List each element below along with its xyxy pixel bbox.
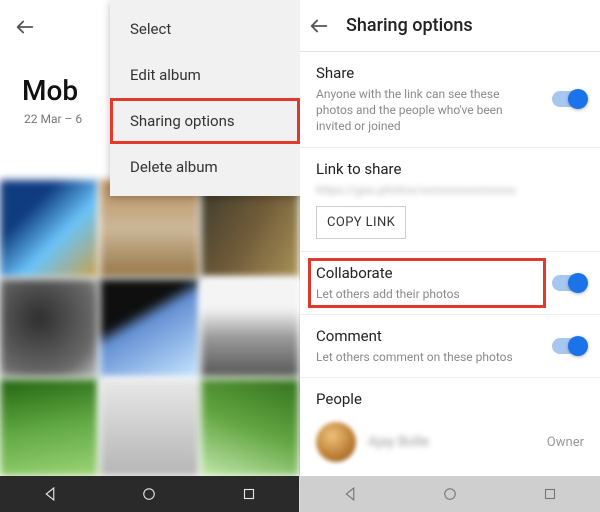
person-role: Owner bbox=[547, 435, 584, 450]
back-arrow-icon bbox=[14, 16, 36, 38]
link-title: Link to share bbox=[316, 160, 584, 178]
nav-recent-icon[interactable] bbox=[240, 485, 258, 503]
back-button[interactable] bbox=[308, 15, 330, 37]
album-screen: Mob 22 Mar – 6 Select Edit album Sharing… bbox=[0, 0, 300, 512]
comment-title: Comment bbox=[316, 327, 584, 345]
toggle-knob bbox=[568, 273, 588, 293]
comment-section: Comment Let others comment on these phot… bbox=[300, 315, 600, 378]
avatar bbox=[316, 422, 356, 462]
photo-thumb[interactable] bbox=[100, 379, 198, 476]
nav-recent-icon[interactable] bbox=[541, 485, 559, 503]
comment-toggle[interactable] bbox=[552, 338, 586, 354]
person-name: Ajay Bolle bbox=[368, 434, 535, 450]
share-title: Share bbox=[316, 64, 584, 82]
page-header: Sharing options bbox=[300, 0, 600, 52]
sharing-options-screen: Sharing options Share Anyone with the li… bbox=[300, 0, 600, 512]
overflow-menu: Select Edit album Sharing options Delete… bbox=[110, 0, 300, 196]
nav-home-icon[interactable] bbox=[140, 485, 158, 503]
back-button[interactable] bbox=[14, 16, 36, 38]
photo-thumb[interactable] bbox=[0, 180, 98, 277]
photo-thumb[interactable] bbox=[0, 279, 98, 376]
nav-back-icon[interactable] bbox=[41, 485, 59, 503]
toggle-knob bbox=[568, 89, 588, 109]
photo-thumb[interactable] bbox=[0, 379, 98, 476]
share-subtitle: Anyone with the link can see these photo… bbox=[316, 86, 584, 135]
menu-item-edit-album[interactable]: Edit album bbox=[110, 52, 300, 98]
people-title: People bbox=[316, 390, 584, 408]
toggle-knob bbox=[568, 336, 588, 356]
album-date-range: 22 Mar – 6 bbox=[24, 112, 82, 126]
collaborate-title: Collaborate bbox=[316, 264, 584, 282]
android-nav-bar bbox=[0, 476, 299, 512]
nav-back-icon[interactable] bbox=[341, 485, 359, 503]
people-section: People Ajay Bolle Owner bbox=[300, 378, 600, 462]
link-section: Link to share https://goo.photos/xxxxxxx… bbox=[300, 148, 600, 252]
android-nav-bar bbox=[300, 476, 600, 512]
comment-subtitle: Let others comment on these photos bbox=[316, 349, 584, 365]
menu-item-delete-album[interactable]: Delete album bbox=[110, 144, 300, 190]
photo-thumb[interactable] bbox=[201, 379, 299, 476]
collaborate-section: Collaborate Let others add their photos bbox=[300, 252, 600, 315]
album-title: Mob bbox=[22, 74, 78, 107]
people-row[interactable]: Ajay Bolle Owner bbox=[316, 422, 584, 462]
share-toggle[interactable] bbox=[552, 91, 586, 107]
photo-grid bbox=[0, 180, 299, 476]
menu-item-select[interactable]: Select bbox=[110, 6, 300, 52]
photo-thumb[interactable] bbox=[201, 279, 299, 376]
nav-home-icon[interactable] bbox=[441, 485, 459, 503]
page-title: Sharing options bbox=[346, 15, 473, 36]
menu-item-sharing-options[interactable]: Sharing options bbox=[110, 98, 300, 144]
share-section: Share Anyone with the link can see these… bbox=[300, 52, 600, 148]
collaborate-subtitle: Let others add their photos bbox=[316, 286, 584, 302]
link-url: https://goo.photos/xxxxxxxxxxxxxxxx bbox=[316, 182, 584, 198]
collaborate-toggle[interactable] bbox=[552, 275, 586, 291]
copy-link-button[interactable]: COPY LINK bbox=[316, 206, 406, 239]
photo-thumb[interactable] bbox=[100, 279, 198, 376]
back-arrow-icon bbox=[308, 15, 330, 37]
